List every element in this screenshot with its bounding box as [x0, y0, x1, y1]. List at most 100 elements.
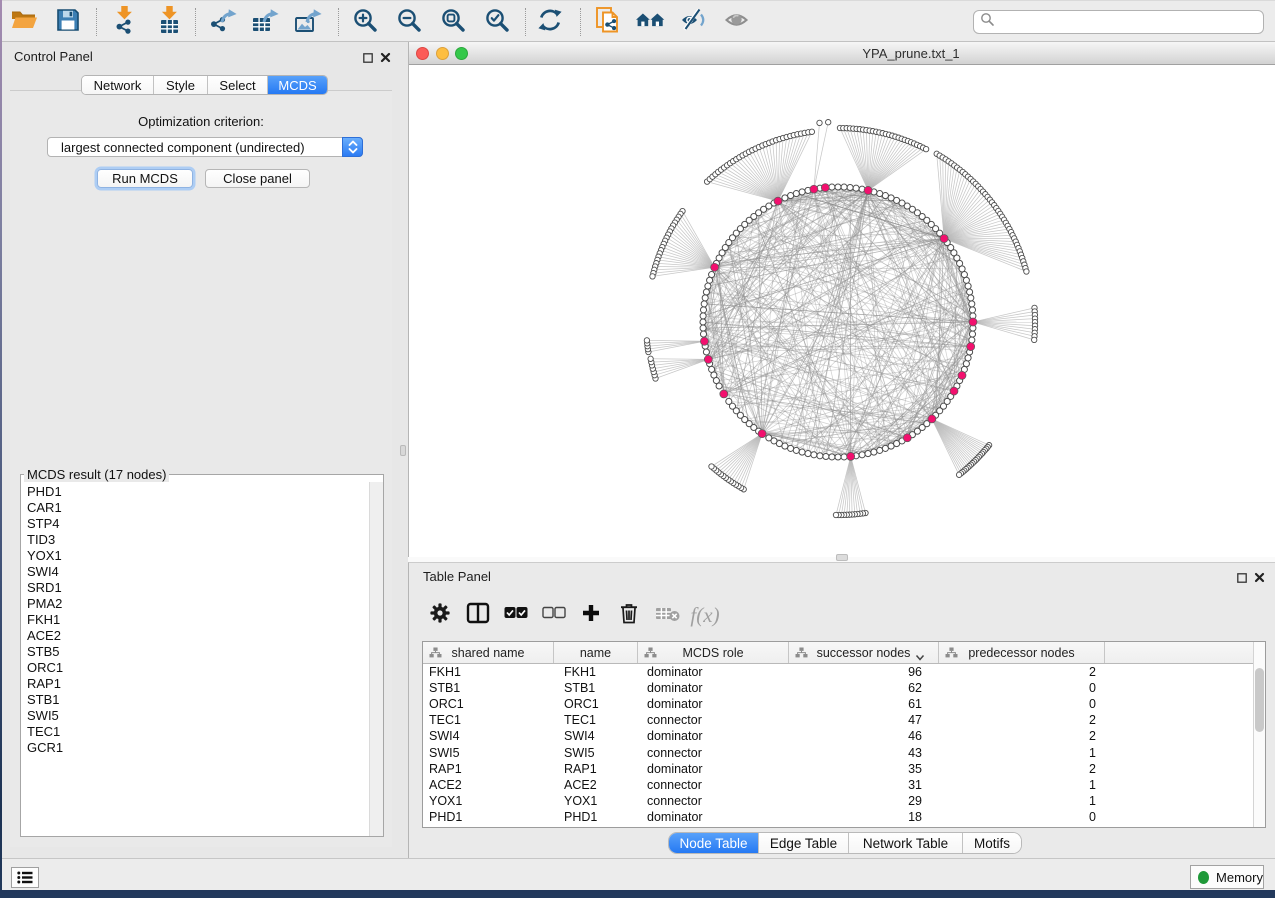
column-header-name[interactable]: name — [554, 642, 638, 663]
table-row-FKH1[interactable]: FKH1FKH1dominator962 — [423, 664, 1253, 680]
tab-motifs[interactable]: Motifs — [963, 833, 1021, 853]
table-row-ACE2[interactable]: ACE2ACE2connector311 — [423, 777, 1253, 793]
export-table-button[interactable] — [250, 7, 280, 37]
cell[interactable]: RAP1 — [423, 762, 554, 776]
tab-network-table[interactable]: Network Table — [849, 833, 963, 853]
mcds-result-item[interactable]: TID3 — [22, 532, 368, 548]
tab-edge-table[interactable]: Edge Table — [759, 833, 849, 853]
cell[interactable]: SWI4 — [423, 729, 554, 743]
cell[interactable]: 1 — [939, 746, 1105, 760]
tab-style[interactable]: Style — [154, 76, 208, 94]
close-window-icon[interactable] — [416, 47, 429, 60]
deselect-all-button[interactable] — [539, 600, 569, 630]
cell[interactable]: 2 — [939, 665, 1105, 679]
add-column-button[interactable] — [576, 600, 606, 630]
cell[interactable]: ORC1 — [423, 697, 554, 711]
column-settings-button[interactable] — [425, 600, 455, 630]
cell[interactable]: YOX1 — [423, 794, 554, 808]
import-table-button[interactable] — [154, 7, 184, 37]
cell[interactable]: 0 — [939, 810, 1105, 824]
cell[interactable]: 62 — [789, 681, 939, 695]
column-header-successor-nodes[interactable]: successor nodes — [789, 642, 939, 663]
mcds-result-item[interactable]: SWI5 — [22, 708, 368, 724]
cell[interactable]: YOX1 — [554, 794, 638, 808]
cell[interactable]: PHD1 — [423, 810, 554, 824]
cell[interactable]: TEC1 — [554, 713, 638, 727]
cell[interactable]: connector — [638, 713, 789, 727]
cell[interactable]: 46 — [789, 729, 939, 743]
cell[interactable]: 0 — [939, 697, 1105, 711]
cell[interactable]: STB1 — [554, 681, 638, 695]
table-scrollbar[interactable] — [1253, 642, 1265, 827]
cell[interactable]: 35 — [789, 762, 939, 776]
cell[interactable]: 2 — [939, 729, 1105, 743]
column-header-shared-name[interactable]: shared name — [423, 642, 554, 663]
run-mcds-button[interactable]: Run MCDS — [97, 169, 193, 188]
cell[interactable]: 61 — [789, 697, 939, 711]
cell[interactable]: dominator — [638, 665, 789, 679]
tab-network[interactable]: Network — [82, 76, 154, 94]
cell[interactable]: FKH1 — [423, 665, 554, 679]
mcds-list-scrollbar[interactable] — [369, 482, 383, 836]
mcds-result-item[interactable]: PHD1 — [22, 484, 368, 500]
cell[interactable]: dominator — [638, 697, 789, 711]
table-row-PHD1[interactable]: PHD1PHD1dominator180 — [423, 809, 1253, 825]
import-network-button[interactable] — [109, 7, 139, 37]
cell[interactable]: 29 — [789, 794, 939, 808]
cell[interactable]: ACE2 — [554, 778, 638, 792]
show-all-button[interactable] — [725, 7, 755, 37]
column-header-predecessor-nodes[interactable]: predecessor nodes — [939, 642, 1105, 663]
mcds-result-list[interactable]: PHD1CAR1STP4TID3YOX1SWI4SRD1PMA2FKH1ACE2… — [22, 484, 368, 835]
tab-node-table[interactable]: Node Table — [669, 833, 759, 853]
zoom-in-button[interactable] — [349, 7, 379, 37]
cell[interactable]: dominator — [638, 762, 789, 776]
cell[interactable]: SWI5 — [554, 746, 638, 760]
mcds-result-item[interactable]: GCR1 — [22, 740, 368, 756]
table-scrollbar-thumb[interactable] — [1255, 668, 1264, 732]
table-row-SWI4[interactable]: SWI4SWI4dominator462 — [423, 728, 1253, 744]
memory-button[interactable]: Memory — [1190, 865, 1264, 889]
table-row-RAP1[interactable]: RAP1RAP1dominator352 — [423, 761, 1253, 777]
cell[interactable]: STB1 — [423, 681, 554, 695]
table-row-TEC1[interactable]: TEC1TEC1connector472 — [423, 712, 1253, 728]
mcds-result-item[interactable]: STP4 — [22, 516, 368, 532]
mcds-result-item[interactable]: STB1 — [22, 692, 368, 708]
cell[interactable]: 96 — [789, 665, 939, 679]
splitter-grip-h-icon[interactable] — [836, 554, 848, 561]
minimize-window-icon[interactable] — [436, 47, 449, 60]
tab-mcds[interactable]: MCDS — [268, 76, 327, 94]
cell[interactable]: 47 — [789, 713, 939, 727]
mcds-result-item[interactable]: SWI4 — [22, 564, 368, 580]
search-field[interactable] — [973, 10, 1264, 34]
export-network-button[interactable] — [208, 7, 238, 37]
show-panels-button[interactable] — [11, 867, 39, 888]
export-image-button[interactable] — [293, 7, 323, 37]
mcds-result-item[interactable]: ORC1 — [22, 660, 368, 676]
select-all-button[interactable] — [501, 600, 531, 630]
hide-selected-button[interactable] — [681, 7, 711, 37]
cell[interactable]: 1 — [939, 794, 1105, 808]
tab-select[interactable]: Select — [208, 76, 268, 94]
delete-column-button[interactable] — [614, 600, 644, 630]
zoom-out-button[interactable] — [393, 7, 423, 37]
mcds-result-item[interactable]: CAR1 — [22, 500, 368, 516]
mcds-result-item[interactable]: RAP1 — [22, 676, 368, 692]
cell[interactable]: PHD1 — [554, 810, 638, 824]
cell[interactable]: ACE2 — [423, 778, 554, 792]
cell[interactable]: FKH1 — [554, 665, 638, 679]
cell[interactable]: 18 — [789, 810, 939, 824]
cell[interactable]: 2 — [939, 713, 1105, 727]
zoom-window-icon[interactable] — [455, 47, 468, 60]
mcds-result-item[interactable]: PMA2 — [22, 596, 368, 612]
zoom-fit-button[interactable] — [437, 7, 467, 37]
mcds-result-item[interactable]: SRD1 — [22, 580, 368, 596]
cell[interactable]: ORC1 — [554, 697, 638, 711]
cell[interactable]: 43 — [789, 746, 939, 760]
mcds-result-item[interactable]: TEC1 — [22, 724, 368, 740]
mcds-result-item[interactable]: ACE2 — [22, 628, 368, 644]
close-table-panel-icon[interactable] — [1254, 570, 1265, 588]
toggle-pane-button[interactable] — [463, 600, 493, 630]
cell[interactable]: 0 — [939, 681, 1105, 695]
mcds-result-item[interactable]: STB5 — [22, 644, 368, 660]
cell[interactable]: 2 — [939, 762, 1105, 776]
